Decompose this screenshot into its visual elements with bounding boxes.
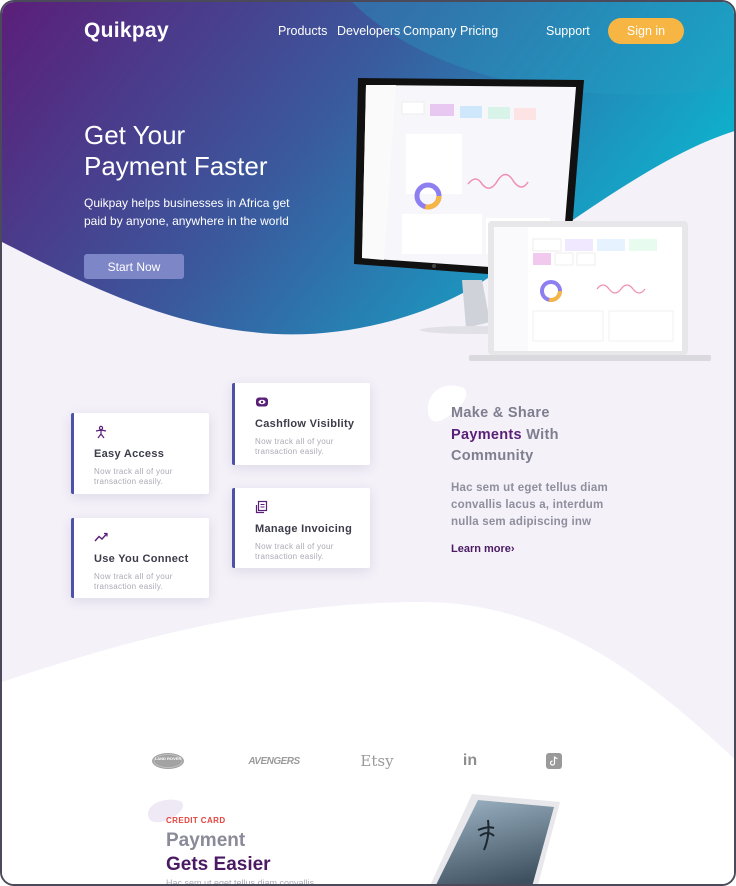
nav-link-company[interactable]: Company: [403, 24, 457, 38]
community-description: Hac sem ut eget tellus diam convallis la…: [451, 482, 608, 528]
feature-card-manage-invoicing[interactable]: Manage Invoicing Now track all of your t…: [232, 488, 370, 568]
feature-card-easy-access[interactable]: Easy Access Now track all of your transa…: [71, 413, 209, 494]
feature-description: Now track all of your transaction easily…: [94, 467, 173, 486]
feature-title: Manage Invoicing: [255, 523, 353, 535]
hero-title-line1: Get Your: [84, 120, 186, 150]
learn-more-label: Learn more: [451, 543, 511, 555]
credit-card-label: CREDIT CARD: [166, 816, 226, 825]
nav-link-support[interactable]: Support: [546, 24, 590, 38]
page-frame: Quikpay Products Developers Company Pric…: [0, 0, 736, 886]
person-icon: [95, 425, 107, 439]
hero-title: Get Your Payment Faster: [84, 120, 344, 182]
invoice-icon: [255, 500, 268, 514]
arrow-right-icon: ›: [510, 543, 515, 555]
feature-description: Now track all of your transaction easily…: [255, 542, 334, 561]
learn-more-link[interactable]: Learn more›: [451, 543, 515, 555]
nav-link-products[interactable]: Products: [278, 24, 327, 38]
linkedin-logo: in: [462, 752, 478, 769]
credit-description: Hac sem ut eget tellus diam convallis: [166, 878, 315, 886]
tablet-image: [430, 794, 560, 884]
tiktok-logo: [544, 750, 564, 772]
credit-title-line1: Payment: [166, 830, 246, 851]
etsy-logo: Etsy: [360, 752, 394, 770]
eye-icon: [256, 397, 268, 407]
hero-description: Quikpay helps businesses in Africa get p…: [84, 196, 290, 228]
laptop-image: [469, 221, 711, 361]
community-title-accent: Payments: [451, 426, 522, 443]
community-title-mid: With: [526, 426, 559, 443]
land-rover-logo-text-1: LAND ROVER: [155, 756, 182, 761]
credit-title-line2: Gets Easier: [166, 854, 271, 875]
feature-card-cashflow[interactable]: Cashflow Visiblity Now track all of your…: [232, 383, 370, 465]
avengers-logo: AVENGERS: [248, 755, 300, 767]
community-title-line3: Community: [451, 448, 534, 464]
community-title: Make & Share Payments With Community: [451, 403, 641, 468]
signin-button[interactable]: Sign in: [608, 18, 684, 44]
trend-icon: [94, 532, 108, 542]
feature-card-use-you-connect[interactable]: Use You Connect Now track all of your tr…: [71, 518, 209, 598]
feature-title: Easy Access: [94, 448, 165, 460]
nav-link-developers[interactable]: Developers: [337, 24, 400, 38]
brand-logo[interactable]: Quikpay: [84, 19, 169, 43]
feature-description: Now track all of your transaction easily…: [94, 572, 173, 591]
community-title-line1: Make & Share: [451, 405, 550, 421]
hero-title-line2: Payment Faster: [84, 151, 268, 181]
nav-link-pricing[interactable]: Pricing: [460, 24, 498, 38]
feature-title: Use You Connect: [94, 553, 189, 565]
start-now-button[interactable]: Start Now: [84, 254, 184, 279]
feature-title: Cashflow Visiblity: [255, 418, 355, 430]
land-rover-logo: LAND ROVER: [150, 750, 186, 772]
feature-description: Now track all of your transaction easily…: [255, 437, 334, 456]
